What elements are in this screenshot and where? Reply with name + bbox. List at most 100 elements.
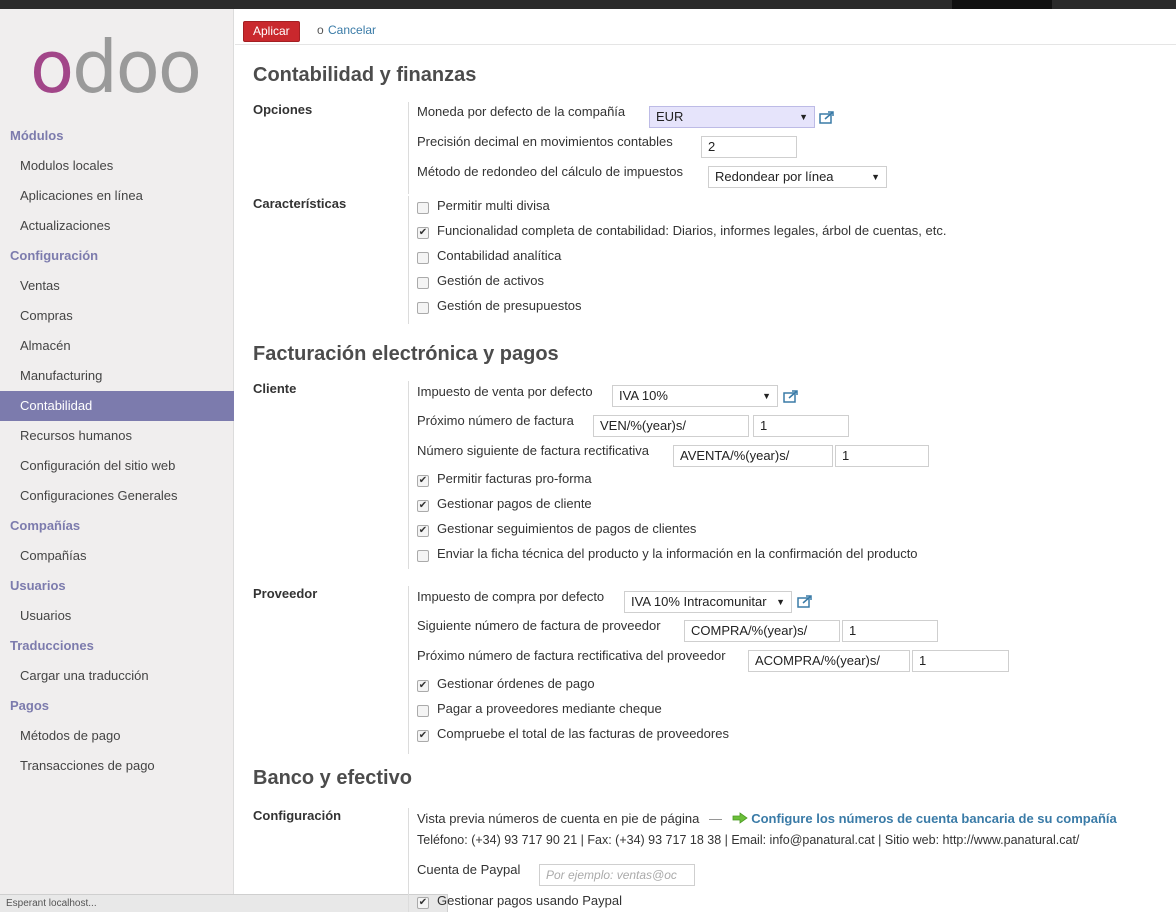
- checkbox[interactable]: [417, 705, 429, 717]
- odoo-logo[interactable]: odoo: [30, 25, 202, 109]
- checkbox[interactable]: [417, 550, 429, 562]
- sale-tax-label: Impuesto de venta por defecto: [417, 384, 593, 399]
- next-refund-prefix-input[interactable]: AVENTA/%(year)s/: [673, 445, 833, 467]
- dropdown-arrow-icon: ▼: [776, 597, 785, 607]
- external-link-icon[interactable]: [783, 389, 799, 403]
- apply-button[interactable]: Aplicar: [243, 21, 300, 42]
- sidebar-item[interactable]: Manufacturing: [0, 361, 234, 391]
- next-refund-number-input[interactable]: 1: [835, 445, 929, 467]
- sidebar-heading: Pagos: [10, 698, 50, 713]
- sidebar-item[interactable]: Aplicaciones en línea: [0, 181, 234, 211]
- sidebar-item[interactable]: Recursos humanos: [0, 421, 234, 451]
- sidebar-item[interactable]: Cargar una traducción: [0, 661, 234, 691]
- group-label-features: Características: [253, 196, 347, 211]
- sidebar-item[interactable]: Compras: [0, 301, 234, 331]
- external-link-icon[interactable]: [797, 594, 813, 608]
- sidebar-item[interactable]: Actualizaciones: [0, 211, 234, 241]
- checkbox-label: Funcionalidad completa de contabilidad: …: [437, 223, 947, 238]
- supplier-invoice-number-input[interactable]: 1: [842, 620, 938, 642]
- sidebar-heading: Traducciones: [10, 638, 94, 653]
- group-label-supplier: Proveedor: [253, 586, 318, 601]
- main-content: Aplicar o Cancelar Contabilidad y finanz…: [235, 9, 1176, 912]
- preview-label: Vista previa números de cuenta en pie de…: [417, 811, 700, 826]
- dropdown-arrow-icon: ▼: [871, 172, 880, 182]
- next-refund-label: Número siguiente de factura rectificativ…: [417, 443, 649, 458]
- group-label-customer: Cliente: [253, 381, 297, 396]
- footer-preview-text: Teléfono: (+34) 93 717 90 21 | Fax: (+34…: [417, 833, 1080, 847]
- supplier-refund-number-input[interactable]: 1: [912, 650, 1009, 672]
- checkbox-label: Permitir facturas pro-forma: [437, 471, 592, 486]
- sidebar-item[interactable]: Modulos locales: [0, 151, 234, 181]
- checkbox[interactable]: ✔: [417, 730, 429, 742]
- rounding-label: Método de redondeo del cálculo de impues…: [417, 164, 683, 179]
- sidebar-heading: Módulos: [10, 128, 64, 143]
- checkbox-label: Enviar la ficha técnica del producto y l…: [437, 546, 918, 561]
- checkbox-label: Gestión de activos: [437, 273, 544, 288]
- sidebar-menu: Módulos Modulos locales Aplicaciones en lí…: [0, 121, 234, 781]
- sidebar-item[interactable]: Transacciones de pago: [0, 751, 234, 781]
- arrow-right-icon: [732, 812, 748, 824]
- sidebar-item[interactable]: Contabilidad: [0, 391, 234, 421]
- purchase-tax-value: IVA 10% Intracomunitar: [631, 594, 767, 609]
- checkbox[interactable]: ✔: [417, 680, 429, 692]
- external-link-icon[interactable]: [819, 110, 835, 124]
- sidebar-item[interactable]: Almacén: [0, 331, 234, 361]
- sidebar-item[interactable]: Ventas: [0, 271, 234, 301]
- rounding-value: Redondear por línea: [715, 169, 834, 184]
- supplier-refund-label: Próximo número de factura rectificativa …: [417, 648, 726, 663]
- sidebar-item[interactable]: Configuraciones Generales: [0, 481, 234, 511]
- checkbox[interactable]: [417, 277, 429, 289]
- sidebar-heading: Usuarios: [10, 578, 66, 593]
- sidebar-item[interactable]: Usuarios: [0, 601, 234, 631]
- sale-tax-select[interactable]: IVA 10% ▼: [612, 385, 778, 407]
- sidebar: odoo Módulos Modulos locales Aplicaciones …: [0, 9, 234, 912]
- sidebar-heading: Configuración: [10, 248, 99, 263]
- checkbox[interactable]: [417, 252, 429, 264]
- checkbox-label: Gestionar seguimientos de pagos de clien…: [437, 521, 697, 536]
- sidebar-item[interactable]: Métodos de pago: [0, 721, 234, 751]
- checkbox-label: Contabilidad analítica: [437, 248, 562, 263]
- configure-bank-accounts-link[interactable]: Configure los números de cuenta bancaria…: [751, 811, 1117, 826]
- rounding-select[interactable]: Redondear por línea ▼: [708, 166, 887, 188]
- action-bar: Aplicar o Cancelar: [235, 9, 1176, 45]
- sidebar-heading: Compañías: [10, 518, 81, 533]
- checkbox-label: Compruebe el total de las facturas de pr…: [437, 726, 729, 741]
- purchase-tax-select[interactable]: IVA 10% Intracomunitar ▼: [624, 591, 792, 613]
- top-bar: [0, 0, 1176, 9]
- checkbox[interactable]: ✔: [417, 500, 429, 512]
- next-invoice-label: Próximo número de factura: [417, 413, 574, 428]
- paypal-label: Cuenta de Paypal: [417, 862, 521, 877]
- sidebar-item[interactable]: Configuración del sitio web: [0, 451, 234, 481]
- section-title-invoicing: Facturación electrónica y pagos: [253, 343, 559, 365]
- checkbox[interactable]: [417, 202, 429, 214]
- checkbox-label: Pagar a proveedores mediante cheque: [437, 701, 662, 716]
- section-title-accounting: Contabilidad y finanzas: [253, 64, 477, 86]
- next-invoice-prefix-input[interactable]: VEN/%(year)s/: [593, 415, 749, 437]
- supplier-invoice-prefix-input[interactable]: COMPRA/%(year)s/: [684, 620, 840, 642]
- purchase-tax-label: Impuesto de compra por defecto: [417, 589, 605, 604]
- paypal-check-label: Gestionar pagos usando Paypal: [437, 893, 623, 908]
- checkbox[interactable]: ✔: [417, 525, 429, 537]
- checkbox-label: Gestionar órdenes de pago: [437, 676, 595, 691]
- paypal-account-input[interactable]: Por ejemplo: ventas@oc: [539, 864, 695, 886]
- checkbox-label: Permitir multi divisa: [437, 198, 550, 213]
- next-invoice-number-input[interactable]: 1: [753, 415, 849, 437]
- currency-value: EUR: [656, 109, 684, 124]
- checkbox-label: Gestión de presupuestos: [437, 298, 582, 313]
- supplier-refund-prefix-input[interactable]: ACOMPRA/%(year)s/: [748, 650, 910, 672]
- precision-label: Precisión decimal en movimientos contabl…: [417, 134, 673, 149]
- checkbox[interactable]: [417, 302, 429, 314]
- group-divider: [408, 196, 409, 324]
- group-label-configuration: Configuración: [253, 808, 342, 823]
- or-text: o: [317, 23, 324, 37]
- cancel-link[interactable]: Cancelar: [328, 23, 376, 37]
- section-title-bank: Banco y efectivo: [253, 767, 412, 789]
- checkbox[interactable]: ✔: [417, 227, 429, 239]
- precision-input[interactable]: 2: [701, 136, 797, 158]
- checkbox[interactable]: ✔: [417, 897, 429, 909]
- group-label-options: Opciones: [253, 102, 313, 117]
- currency-select[interactable]: EUR ▼: [649, 106, 815, 128]
- sidebar-item[interactable]: Compañías: [0, 541, 234, 571]
- checkbox[interactable]: ✔: [417, 475, 429, 487]
- logo-rest: doo: [72, 25, 202, 109]
